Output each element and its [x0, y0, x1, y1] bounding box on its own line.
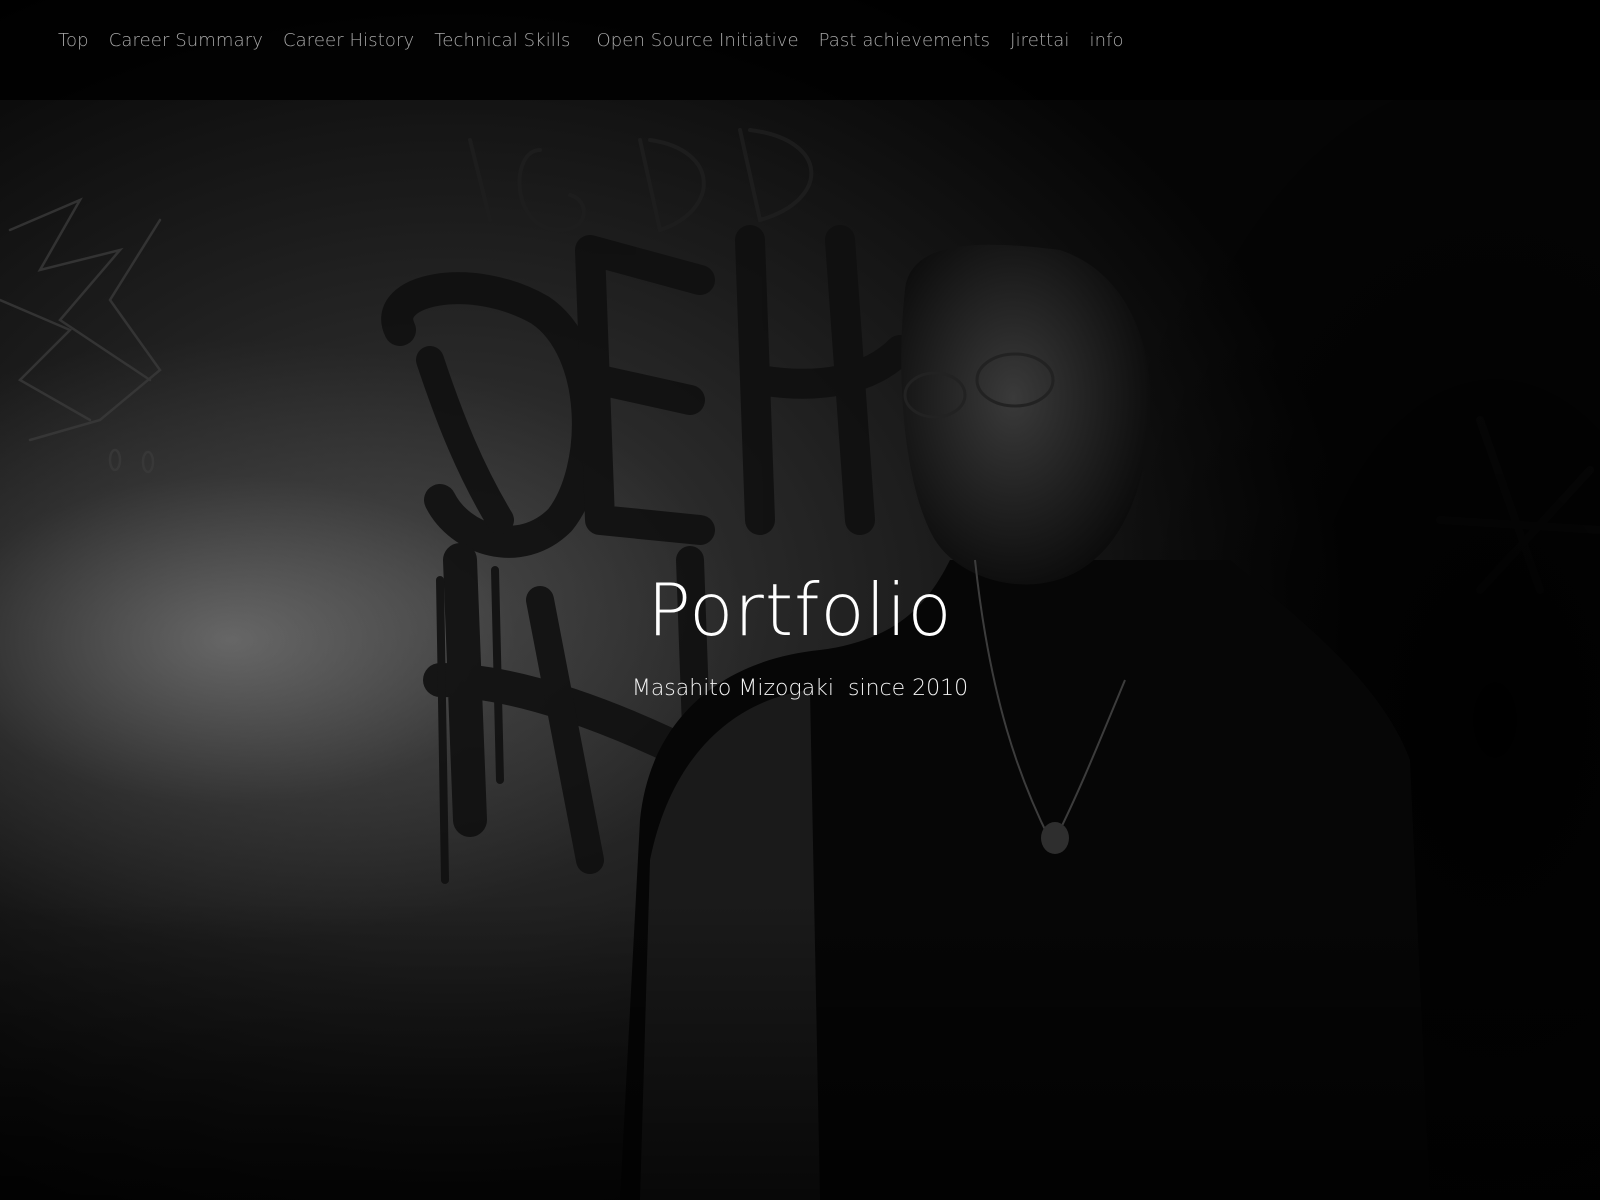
nav-item-jirettai[interactable]: Jirettai: [1010, 26, 1069, 56]
nav-item-career-history[interactable]: Career History: [283, 26, 414, 56]
nav-item-career-summary[interactable]: Career Summary: [109, 26, 263, 56]
main-nav: Top Career Summary Career History Techni…: [58, 26, 1144, 56]
nav-item-past-achievements[interactable]: Past achievements: [819, 26, 991, 56]
nav-item-open-source-initiative[interactable]: Open Source Initiative: [596, 26, 798, 56]
nav-item-top[interactable]: Top: [58, 26, 89, 56]
nav-item-info[interactable]: info: [1090, 26, 1124, 56]
nav-item-technical-skills[interactable]: Technical Skills: [434, 26, 570, 56]
hero-subtitle: Masahito Mizogaki since 2010: [631, 676, 969, 701]
hero-section: Top Career Summary Career History Techni…: [0, 0, 1600, 1200]
hero-title: Portfolio: [647, 568, 953, 652]
